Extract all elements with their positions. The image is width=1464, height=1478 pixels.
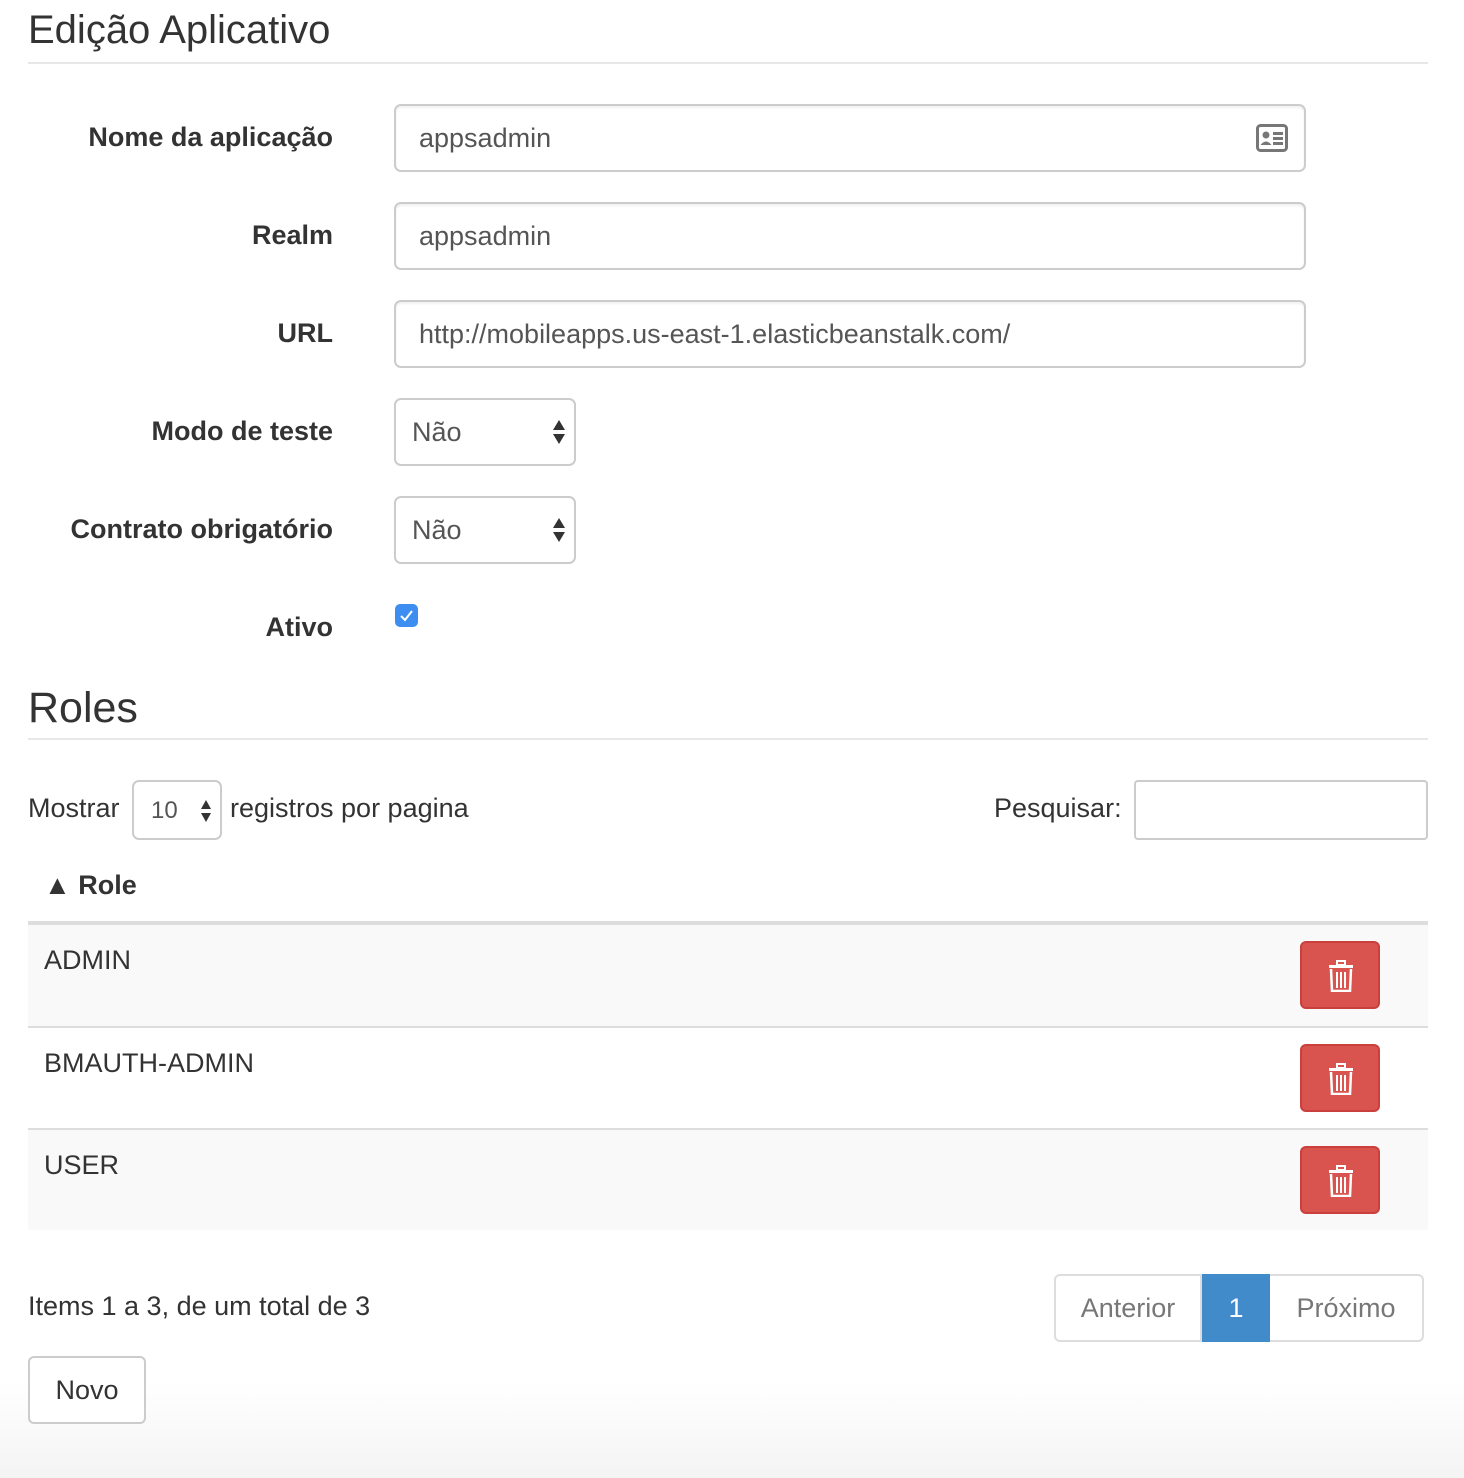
app-name-label: Nome da aplicação — [88, 122, 333, 152]
contract-value: Não — [412, 515, 462, 545]
page-title: Edição Aplicativo — [28, 8, 331, 52]
url-field[interactable]: http://mobileapps.us-east-1.elasticbeans… — [394, 300, 1306, 368]
roles-heading: Roles — [28, 684, 138, 732]
test-mode-value: Não — [412, 417, 462, 447]
role-column-header[interactable]: ▲ Role — [44, 870, 137, 901]
pagination-next[interactable]: Próximo — [1270, 1274, 1424, 1342]
search-label: Pesquisar: — [994, 793, 1122, 823]
sort-arrows-icon — [552, 516, 566, 544]
pagination-prev[interactable]: Anterior — [1054, 1274, 1202, 1342]
new-button[interactable]: Novo — [28, 1356, 146, 1424]
sort-arrows-icon — [552, 418, 566, 446]
trash-icon — [1329, 960, 1353, 992]
contract-label: Contrato obrigatório — [70, 514, 333, 544]
pagination: Anterior 1 Próximo — [1054, 1274, 1424, 1342]
contract-select[interactable]: Não — [394, 496, 576, 564]
table-row: ADMIN — [28, 925, 1428, 1027]
id-card-icon — [1256, 124, 1288, 159]
test-mode-label: Modo de teste — [151, 416, 333, 446]
roles-divider — [28, 738, 1428, 740]
realm-value: appsadmin — [419, 221, 552, 251]
table-summary: Items 1 a 3, de um total de 3 — [28, 1291, 371, 1321]
page-size-select[interactable]: 10 — [132, 780, 222, 840]
app-name-value: appsadmin — [419, 123, 552, 153]
sort-arrows-icon — [200, 798, 212, 831]
app-name-field[interactable]: appsadmin — [394, 104, 1306, 172]
page-size-value: 10 — [151, 797, 178, 824]
role-cell: BMAUTH-ADMIN — [44, 1048, 254, 1078]
active-label: Ativo — [265, 612, 334, 642]
delete-role-button[interactable] — [1300, 1044, 1380, 1112]
trash-icon — [1329, 1165, 1353, 1197]
check-icon — [400, 610, 413, 622]
table-row: USER — [28, 1128, 1428, 1230]
trash-icon — [1329, 1063, 1353, 1095]
pagination-page-1[interactable]: 1 — [1202, 1274, 1270, 1342]
delete-role-button[interactable] — [1300, 941, 1380, 1009]
title-divider — [28, 62, 1428, 64]
active-checkbox[interactable] — [395, 604, 418, 627]
url-value: http://mobileapps.us-east-1.elasticbeans… — [419, 319, 1011, 349]
role-cell: ADMIN — [44, 945, 131, 975]
per-page-label: registros por pagina — [230, 793, 469, 823]
test-mode-select[interactable]: Não — [394, 398, 576, 466]
show-label: Mostrar — [28, 793, 120, 823]
search-input[interactable] — [1134, 780, 1428, 840]
delete-role-button[interactable] — [1300, 1146, 1380, 1214]
table-row: BMAUTH-ADMIN — [28, 1026, 1428, 1128]
realm-label: Realm — [251, 220, 333, 250]
realm-field[interactable]: appsadmin — [394, 202, 1306, 270]
role-cell: USER — [44, 1150, 120, 1180]
url-label: URL — [277, 318, 334, 348]
